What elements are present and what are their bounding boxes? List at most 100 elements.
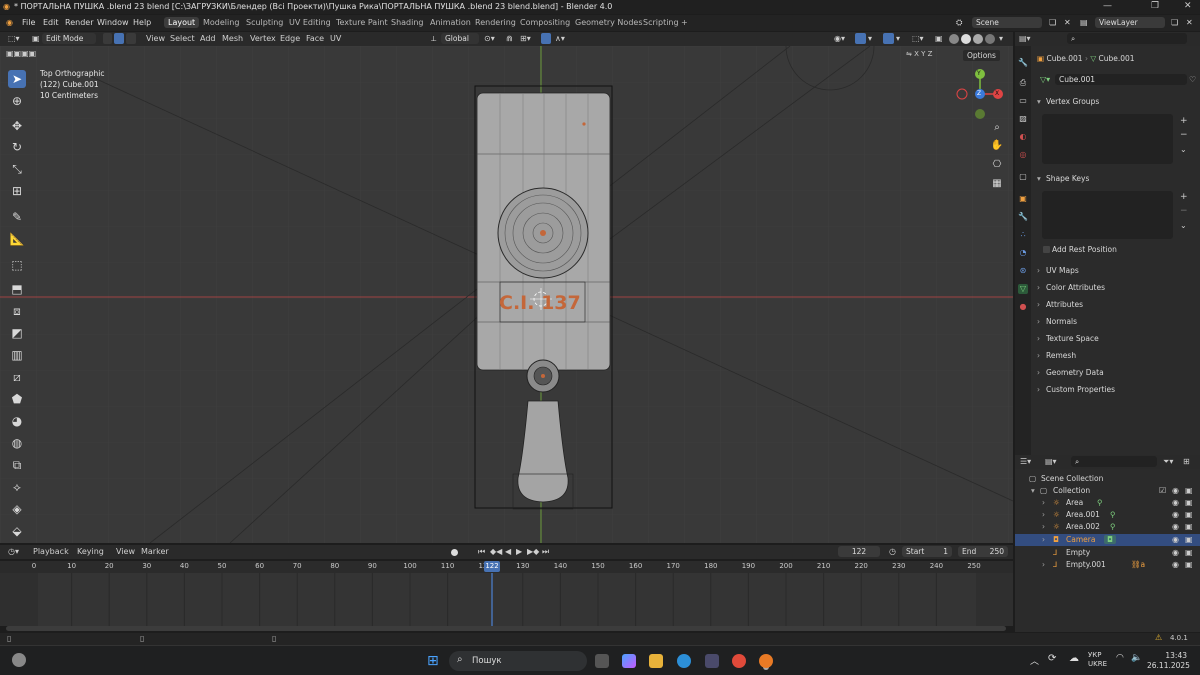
tab-layout[interactable]: Layout bbox=[164, 17, 200, 28]
add-vertex-group-icon[interactable]: + bbox=[1180, 116, 1188, 126]
move-tool-icon[interactable]: ✥ bbox=[8, 117, 26, 135]
mode-selector[interactable]: Edit Mode bbox=[42, 33, 96, 44]
world-tab-icon[interactable]: ◎ bbox=[1018, 150, 1028, 160]
filter-icon[interactable]: ⏷▾ bbox=[1163, 457, 1173, 467]
tray-cloud-icon[interactable]: ☁ bbox=[1069, 653, 1079, 664]
render-camera-icon[interactable]: ▣ bbox=[1185, 535, 1193, 544]
annotate-tool-icon[interactable]: ✎ bbox=[8, 208, 26, 226]
visibility-eye-icon[interactable]: ◉ bbox=[1172, 510, 1179, 519]
properties-editor-icon[interactable]: ▤▾ bbox=[1019, 34, 1031, 43]
physics-tab-icon[interactable]: ◔ bbox=[1018, 248, 1028, 258]
task-view-icon[interactable] bbox=[595, 654, 609, 668]
visibility-eye-icon[interactable]: ◉ bbox=[1172, 535, 1179, 544]
material-shading-icon[interactable] bbox=[973, 34, 983, 44]
shear-tool-icon[interactable]: ◈ bbox=[8, 500, 26, 518]
tab-shading[interactable]: Shading bbox=[391, 18, 424, 27]
render-camera-icon[interactable]: ▣ bbox=[1185, 548, 1193, 557]
menu-help[interactable]: Help bbox=[133, 18, 151, 27]
view-layer-tab-icon[interactable]: ▨ bbox=[1018, 114, 1028, 124]
tab-uv-editing[interactable]: UV Editing bbox=[289, 18, 331, 27]
render-tab-icon[interactable]: ⎙ bbox=[1018, 78, 1028, 88]
outliner-row-area-002[interactable]: › ☼ Area.002 ⚲ ◉ ▣ bbox=[1015, 521, 1200, 533]
tab-compositing[interactable]: Compositing bbox=[520, 18, 570, 27]
language-indicator[interactable]: УКР UKRE bbox=[1088, 651, 1107, 669]
record-icon[interactable] bbox=[451, 549, 458, 556]
shading-dropdown-icon[interactable]: ▾ bbox=[999, 34, 1003, 43]
timeline-ruler[interactable]: 0 10 20 30 40 50 60 70 80 90 100 110 120… bbox=[0, 561, 1013, 573]
overlay-dropdown-icon[interactable]: ▾ bbox=[896, 34, 900, 43]
particles-tab-icon[interactable]: ∴ bbox=[1018, 230, 1028, 240]
menu-file[interactable]: File bbox=[22, 18, 35, 27]
timeline-scrollbar[interactable] bbox=[6, 626, 1006, 631]
uv-maps-panel[interactable]: › UV Maps bbox=[1037, 266, 1195, 275]
expand-icon[interactable]: ▾ bbox=[1031, 486, 1035, 495]
tray-chevron-icon[interactable]: ︿ bbox=[1030, 654, 1039, 667]
orientation-selector[interactable]: Global bbox=[441, 33, 479, 44]
volume-icon[interactable]: 🔈 bbox=[1131, 653, 1142, 663]
menu-keying[interactable]: Keying bbox=[77, 547, 104, 556]
wifi-icon[interactable]: ◠ bbox=[1116, 653, 1124, 663]
attributes-panel[interactable]: › Attributes bbox=[1037, 300, 1195, 309]
select-box-tool-icon[interactable]: ➤ bbox=[8, 70, 26, 88]
current-frame-field[interactable]: 122 bbox=[838, 546, 880, 557]
store-icon[interactable] bbox=[705, 654, 719, 668]
render-camera-icon[interactable]: ▣ bbox=[1185, 522, 1193, 531]
rip-tool-icon[interactable]: ⬙ bbox=[8, 522, 26, 540]
scale-tool-icon[interactable]: ⤡ bbox=[8, 160, 26, 178]
object-tab-icon[interactable]: ▣ bbox=[1018, 194, 1028, 204]
visibility-eye-icon[interactable]: ◉ bbox=[1172, 522, 1179, 531]
outliner-row-empty-001[interactable]: › ⅃ Empty.001 ⛓a ◉ ▣ bbox=[1015, 559, 1200, 571]
proportional-edit-button[interactable] bbox=[541, 33, 551, 44]
jump-start-icon[interactable]: ⏮ bbox=[478, 547, 485, 557]
texture-space-panel[interactable]: › Texture Space bbox=[1037, 334, 1195, 343]
new-collection-icon[interactable]: ⊞ bbox=[1183, 457, 1190, 466]
mirror-x[interactable]: X bbox=[914, 50, 919, 58]
material-tab-icon[interactable]: ● bbox=[1018, 302, 1028, 312]
next-keyframe-icon[interactable]: ▶◆ bbox=[527, 547, 539, 556]
timeline-editor-icon[interactable]: ◷▾ bbox=[8, 547, 19, 556]
outliner-row-empty[interactable]: ⅃ Empty ◉ ▣ bbox=[1015, 547, 1200, 559]
delete-scene-icon[interactable]: ✕ bbox=[1064, 18, 1071, 27]
visibility-eye-icon[interactable]: ◉ bbox=[1172, 498, 1179, 507]
chrome-icon[interactable] bbox=[732, 654, 746, 668]
scene-collection-row[interactable]: ▢ Scene Collection bbox=[1015, 473, 1200, 485]
remove-vertex-group-icon[interactable]: − bbox=[1180, 130, 1188, 140]
menu-edit[interactable]: Edit bbox=[43, 18, 59, 27]
visibility-eye-icon[interactable]: ◉ bbox=[1172, 486, 1179, 495]
snap-icon[interactable]: ⋒ bbox=[506, 34, 513, 43]
camera-view-icon[interactable]: ⎔ bbox=[990, 159, 1004, 173]
properties-search[interactable]: ⌕ bbox=[1067, 33, 1187, 44]
clock[interactable]: 13:43 26.11.2025 bbox=[1147, 651, 1190, 671]
poly-build-tool-icon[interactable]: ⬟ bbox=[8, 390, 26, 408]
knife-tool-icon[interactable]: ⧄ bbox=[8, 368, 26, 386]
add-workspace-button[interactable]: + bbox=[681, 18, 688, 27]
vertex-group-specials-icon[interactable]: ⌄ bbox=[1180, 145, 1187, 154]
overlay-toggle-button[interactable] bbox=[883, 33, 894, 44]
menu-window[interactable]: Window bbox=[97, 18, 129, 27]
prev-keyframe-icon[interactable]: ◆◀ bbox=[490, 547, 502, 556]
remove-shape-key-icon[interactable]: − bbox=[1180, 206, 1188, 216]
snap-target-icon[interactable]: ⊞▾ bbox=[520, 34, 531, 43]
tray-sync-icon[interactable]: ⟳ bbox=[1048, 653, 1056, 664]
visibility-eye-icon[interactable]: ◉ bbox=[1172, 548, 1179, 557]
minimize-icon[interactable]: — bbox=[1103, 1, 1112, 11]
warning-icon[interactable]: ⚠ bbox=[1155, 633, 1162, 642]
geometry-data-panel[interactable]: › Geometry Data bbox=[1037, 368, 1195, 377]
edge-select-button[interactable] bbox=[114, 33, 124, 44]
gizmo-toggle-button[interactable] bbox=[855, 33, 866, 44]
spin-tool-icon[interactable]: ◕ bbox=[8, 412, 26, 430]
add-shape-key-icon[interactable]: + bbox=[1180, 192, 1188, 202]
menu-vertex[interactable]: Vertex bbox=[250, 34, 276, 43]
collection-checkbox[interactable]: ☑ bbox=[1159, 486, 1166, 495]
scene-tab-icon[interactable]: ◐ bbox=[1018, 132, 1028, 142]
jump-end-icon[interactable]: ⏭ bbox=[542, 547, 549, 557]
pivot-icon[interactable]: ⊙▾ bbox=[484, 34, 495, 43]
xray-icon[interactable]: ▣ bbox=[935, 34, 943, 43]
inset-tool-icon[interactable]: ⧈ bbox=[8, 302, 26, 320]
tab-animation[interactable]: Animation bbox=[430, 18, 471, 27]
menu-face[interactable]: Face bbox=[306, 34, 324, 43]
outliner-row-camera[interactable]: › ◘ Camera ◘ ◉ ▣ bbox=[1015, 534, 1200, 546]
scene-selector[interactable]: Scene bbox=[972, 17, 1042, 28]
modifier-tab-icon[interactable]: 🔧 bbox=[1018, 212, 1028, 222]
zoom-icon[interactable]: ⌕ bbox=[990, 122, 1004, 136]
